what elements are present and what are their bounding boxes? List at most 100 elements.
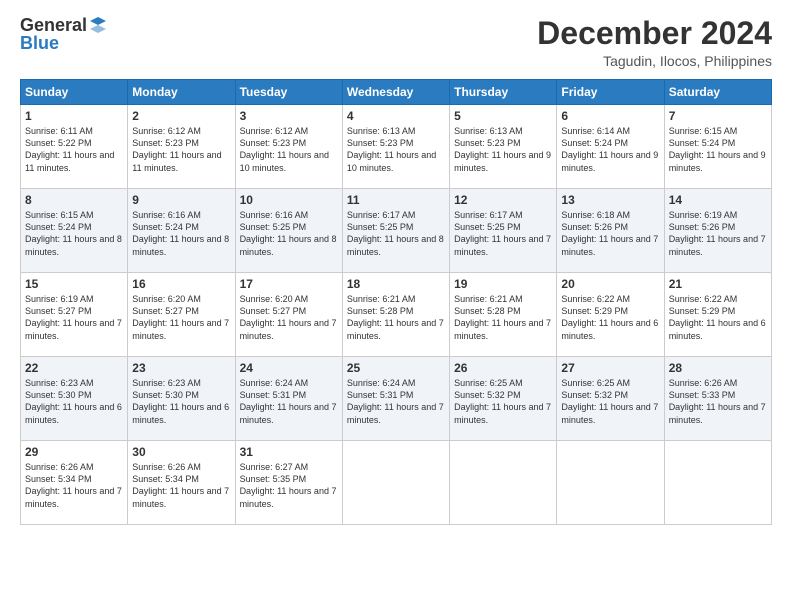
cell-info: Sunrise: 6:25 AM Sunset: 5:32 PM Dayligh… (561, 377, 659, 426)
day-number: 13 (561, 193, 659, 207)
day-number: 22 (25, 361, 123, 375)
calendar-cell (450, 441, 557, 525)
day-number: 1 (25, 109, 123, 123)
calendar-week-row: 15 Sunrise: 6:19 AM Sunset: 5:27 PM Dayli… (21, 273, 772, 357)
cell-info: Sunrise: 6:12 AM Sunset: 5:23 PM Dayligh… (240, 125, 338, 174)
calendar-cell: 11 Sunrise: 6:17 AM Sunset: 5:25 PM Dayli… (342, 189, 449, 273)
cell-info: Sunrise: 6:26 AM Sunset: 5:34 PM Dayligh… (25, 461, 123, 510)
day-number: 21 (669, 277, 767, 291)
day-number: 2 (132, 109, 230, 123)
day-number: 11 (347, 193, 445, 207)
cell-info: Sunrise: 6:14 AM Sunset: 5:24 PM Dayligh… (561, 125, 659, 174)
weekday-header: Thursday (450, 80, 557, 105)
weekday-header: Saturday (664, 80, 771, 105)
calendar-week-row: 29 Sunrise: 6:26 AM Sunset: 5:34 PM Dayli… (21, 441, 772, 525)
calendar-cell: 29 Sunrise: 6:26 AM Sunset: 5:34 PM Dayli… (21, 441, 128, 525)
calendar-cell: 15 Sunrise: 6:19 AM Sunset: 5:27 PM Dayli… (21, 273, 128, 357)
cell-info: Sunrise: 6:17 AM Sunset: 5:25 PM Dayligh… (347, 209, 445, 258)
cell-info: Sunrise: 6:22 AM Sunset: 5:29 PM Dayligh… (669, 293, 767, 342)
cell-info: Sunrise: 6:20 AM Sunset: 5:27 PM Dayligh… (132, 293, 230, 342)
page: General Blue December 2024 Tagudin, Iloc… (0, 0, 792, 612)
cell-info: Sunrise: 6:24 AM Sunset: 5:31 PM Dayligh… (240, 377, 338, 426)
calendar-cell: 12 Sunrise: 6:17 AM Sunset: 5:25 PM Dayli… (450, 189, 557, 273)
cell-info: Sunrise: 6:16 AM Sunset: 5:25 PM Dayligh… (240, 209, 338, 258)
cell-info: Sunrise: 6:22 AM Sunset: 5:29 PM Dayligh… (561, 293, 659, 342)
calendar-cell: 14 Sunrise: 6:19 AM Sunset: 5:26 PM Dayli… (664, 189, 771, 273)
cell-info: Sunrise: 6:19 AM Sunset: 5:26 PM Dayligh… (669, 209, 767, 258)
cell-info: Sunrise: 6:12 AM Sunset: 5:23 PM Dayligh… (132, 125, 230, 174)
calendar-cell: 4Sunrise: 6:13 AM Sunset: 5:23 PM Daylig… (342, 105, 449, 189)
cell-info: Sunrise: 6:19 AM Sunset: 5:27 PM Dayligh… (25, 293, 123, 342)
weekday-header: Monday (128, 80, 235, 105)
cell-info: Sunrise: 6:23 AM Sunset: 5:30 PM Dayligh… (132, 377, 230, 426)
calendar-cell: 8 Sunrise: 6:15 AM Sunset: 5:24 PM Daylig… (21, 189, 128, 273)
title-block: December 2024 Tagudin, Ilocos, Philippin… (537, 16, 772, 69)
cell-info: Sunrise: 6:13 AM Sunset: 5:23 PM Dayligh… (454, 125, 552, 174)
cell-info: Sunrise: 6:11 AM Sunset: 5:22 PM Dayligh… (25, 125, 123, 174)
day-number: 23 (132, 361, 230, 375)
day-number: 19 (454, 277, 552, 291)
calendar-cell: 13 Sunrise: 6:18 AM Sunset: 5:26 PM Dayli… (557, 189, 664, 273)
calendar-cell: 20 Sunrise: 6:22 AM Sunset: 5:29 PM Dayli… (557, 273, 664, 357)
calendar-week-row: 22 Sunrise: 6:23 AM Sunset: 5:30 PM Dayli… (21, 357, 772, 441)
weekday-header: Tuesday (235, 80, 342, 105)
calendar-cell: 24 Sunrise: 6:24 AM Sunset: 5:31 PM Dayli… (235, 357, 342, 441)
calendar-cell: 21 Sunrise: 6:22 AM Sunset: 5:29 PM Dayli… (664, 273, 771, 357)
day-number: 20 (561, 277, 659, 291)
logo-flag-icon (89, 16, 107, 34)
calendar-cell: 10 Sunrise: 6:16 AM Sunset: 5:25 PM Dayli… (235, 189, 342, 273)
cell-info: Sunrise: 6:21 AM Sunset: 5:28 PM Dayligh… (454, 293, 552, 342)
day-number: 17 (240, 277, 338, 291)
cell-info: Sunrise: 6:25 AM Sunset: 5:32 PM Dayligh… (454, 377, 552, 426)
calendar-cell: 7 Sunrise: 6:15 AM Sunset: 5:24 PM Daylig… (664, 105, 771, 189)
calendar-cell: 5 Sunrise: 6:13 AM Sunset: 5:23 PM Daylig… (450, 105, 557, 189)
day-number: 5 (454, 109, 552, 123)
cell-info: Sunrise: 6:15 AM Sunset: 5:24 PM Dayligh… (25, 209, 123, 258)
day-number: 30 (132, 445, 230, 459)
day-number: 12 (454, 193, 552, 207)
cell-info: Sunrise: 6:27 AM Sunset: 5:35 PM Dayligh… (240, 461, 338, 510)
day-number: 7 (669, 109, 767, 123)
logo-general: General (20, 16, 87, 34)
weekday-header: Wednesday (342, 80, 449, 105)
logo-blue: Blue (20, 34, 59, 52)
cell-info: Sunrise: 6:17 AM Sunset: 5:25 PM Dayligh… (454, 209, 552, 258)
cell-info: Sunrise: 6:18 AM Sunset: 5:26 PM Dayligh… (561, 209, 659, 258)
weekday-header: Sunday (21, 80, 128, 105)
calendar-cell: 16 Sunrise: 6:20 AM Sunset: 5:27 PM Dayli… (128, 273, 235, 357)
weekday-header: Friday (557, 80, 664, 105)
cell-info: Sunrise: 6:16 AM Sunset: 5:24 PM Dayligh… (132, 209, 230, 258)
location-title: Tagudin, Ilocos, Philippines (537, 53, 772, 69)
calendar-cell: 31 Sunrise: 6:27 AM Sunset: 5:35 PM Dayli… (235, 441, 342, 525)
cell-info: Sunrise: 6:15 AM Sunset: 5:24 PM Dayligh… (669, 125, 767, 174)
day-number: 16 (132, 277, 230, 291)
cell-info: Sunrise: 6:20 AM Sunset: 5:27 PM Dayligh… (240, 293, 338, 342)
day-number: 24 (240, 361, 338, 375)
day-number: 27 (561, 361, 659, 375)
calendar-header-row: SundayMondayTuesdayWednesdayThursdayFrid… (21, 80, 772, 105)
day-number: 6 (561, 109, 659, 123)
cell-info: Sunrise: 6:26 AM Sunset: 5:34 PM Dayligh… (132, 461, 230, 510)
cell-info: Sunrise: 6:23 AM Sunset: 5:30 PM Dayligh… (25, 377, 123, 426)
calendar-cell: 1 Sunrise: 6:11 AM Sunset: 5:22 PM Daylig… (21, 105, 128, 189)
logo: General Blue (20, 16, 107, 52)
day-number: 14 (669, 193, 767, 207)
calendar-cell (557, 441, 664, 525)
calendar-cell: 23 Sunrise: 6:23 AM Sunset: 5:30 PM Dayli… (128, 357, 235, 441)
calendar-cell (342, 441, 449, 525)
calendar-week-row: 1 Sunrise: 6:11 AM Sunset: 5:22 PM Daylig… (21, 105, 772, 189)
calendar-cell: 19 Sunrise: 6:21 AM Sunset: 5:28 PM Dayli… (450, 273, 557, 357)
day-number: 15 (25, 277, 123, 291)
cell-info: Sunrise: 6:13 AM Sunset: 5:23 PM Dayligh… (347, 125, 445, 174)
day-number: 8 (25, 193, 123, 207)
calendar-table: SundayMondayTuesdayWednesdayThursdayFrid… (20, 79, 772, 525)
calendar-cell: 6 Sunrise: 6:14 AM Sunset: 5:24 PM Daylig… (557, 105, 664, 189)
calendar-cell: 27 Sunrise: 6:25 AM Sunset: 5:32 PM Dayli… (557, 357, 664, 441)
day-number: 10 (240, 193, 338, 207)
day-number: 18 (347, 277, 445, 291)
cell-info: Sunrise: 6:21 AM Sunset: 5:28 PM Dayligh… (347, 293, 445, 342)
day-number: 31 (240, 445, 338, 459)
calendar-cell: 22 Sunrise: 6:23 AM Sunset: 5:30 PM Dayli… (21, 357, 128, 441)
day-number: 3 (240, 109, 338, 123)
day-number: 29 (25, 445, 123, 459)
